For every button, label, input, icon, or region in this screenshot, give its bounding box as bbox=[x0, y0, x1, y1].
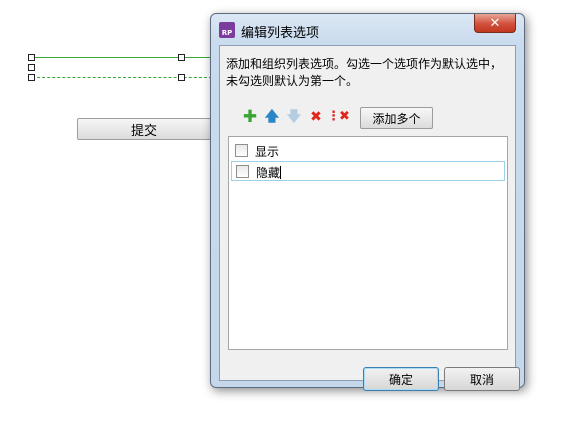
arrow-down-icon[interactable]: 🡇 bbox=[286, 109, 302, 125]
default-checkbox[interactable] bbox=[235, 144, 248, 157]
dialog-title: 编辑列表选项 bbox=[241, 26, 320, 41]
list-widget-bottom-edge bbox=[32, 77, 212, 78]
list-item[interactable]: 显示 bbox=[231, 141, 505, 161]
cancel-button[interactable]: 取消 bbox=[444, 367, 520, 391]
delete-icon[interactable]: ✖ bbox=[308, 109, 324, 125]
delete-all-icon[interactable]: ⋮✖ bbox=[327, 109, 350, 125]
dialog-body: 添加和组织列表选项。勾选一个选项作为默认选中，未勾选则默认为第一个。 ✚ 🡅 🡇… bbox=[219, 45, 520, 391]
arrow-up-icon[interactable]: 🡅 bbox=[264, 109, 280, 125]
list-item-edit-field[interactable]: 隐藏 bbox=[256, 164, 282, 181]
default-checkbox[interactable] bbox=[236, 165, 249, 178]
options-listbox[interactable]: 显示 隐藏 bbox=[228, 136, 508, 350]
list-item-label[interactable]: 显示 bbox=[255, 143, 279, 160]
close-button[interactable]: ✕ bbox=[474, 14, 516, 33]
close-icon: ✕ bbox=[489, 15, 501, 31]
instructions-text: 添加和组织列表选项。勾选一个选项作为默认选中，未勾选则默认为第一个。 bbox=[226, 57, 503, 88]
resize-handle[interactable] bbox=[178, 74, 185, 81]
list-widget-top-edge bbox=[32, 57, 212, 58]
ok-button[interactable]: 确定 bbox=[363, 367, 439, 391]
resize-handle[interactable] bbox=[28, 74, 35, 81]
resize-handle[interactable] bbox=[178, 54, 185, 61]
axure-rp-icon: RP bbox=[219, 22, 235, 38]
plus-icon[interactable]: ✚ bbox=[242, 109, 258, 126]
list-item-label[interactable]: 隐藏 bbox=[256, 166, 280, 180]
add-many-button[interactable]: 添加多个 bbox=[360, 107, 433, 129]
resize-handle[interactable] bbox=[28, 64, 35, 71]
list-toolbar: ✚ 🡅 🡇 ✖ ⋮✖ 添加多个 bbox=[234, 107, 514, 129]
list-item-editing[interactable]: 隐藏 bbox=[231, 161, 505, 181]
dialog-titlebar[interactable]: RP 编辑列表选项 ✕ bbox=[211, 14, 524, 46]
resize-handle[interactable] bbox=[28, 54, 35, 61]
edit-list-options-dialog: RP 编辑列表选项 ✕ 添加和组织列表选项。勾选一个选项作为默认选中，未勾选则默… bbox=[210, 13, 525, 391]
text-caret bbox=[280, 166, 282, 179]
submit-button[interactable]: 提交 bbox=[77, 118, 211, 140]
